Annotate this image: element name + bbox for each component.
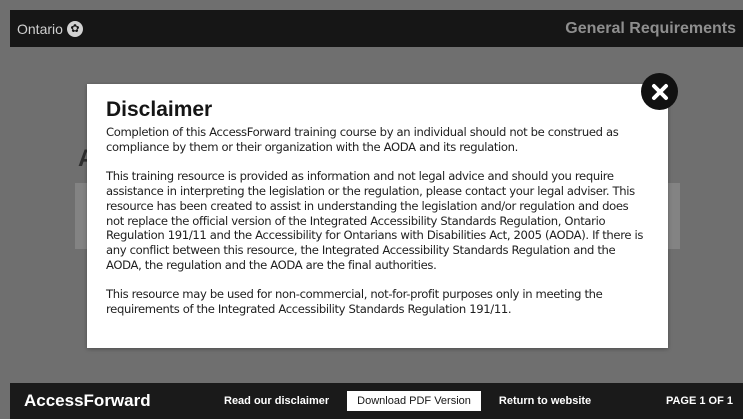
disclaimer-paragraph-2: This training resource is provided as in… [106, 168, 644, 273]
read-disclaimer-link[interactable]: Read our disclaimer [224, 395, 329, 407]
trillium-icon: ✿ [66, 20, 83, 37]
ontario-brand[interactable]: Ontario ✿ [10, 20, 83, 37]
disclaimer-modal: Disclaimer Completion of this AccessForw… [87, 84, 668, 348]
accessforward-logo[interactable]: AccessForward [10, 391, 224, 411]
close-icon [651, 83, 668, 100]
page-title: General Requirements [565, 19, 736, 37]
download-pdf-button[interactable]: Download PDF Version [347, 391, 481, 411]
disclaimer-paragraph-3: This resource may be used for non-commer… [106, 287, 603, 317]
top-bar: Ontario ✿ General Requirements [10, 10, 743, 47]
page-indicator: PAGE 1 OF 1 [665, 395, 733, 407]
return-to-website-link[interactable]: Return to website [499, 395, 591, 407]
modal-title: Disclaimer [106, 98, 213, 121]
brand-name: Ontario [17, 20, 63, 37]
close-button[interactable] [641, 73, 678, 110]
bottom-bar: AccessForward Read our disclaimer Downlo… [10, 383, 743, 419]
disclaimer-paragraph-1: Completion of this AccessForward trainin… [106, 125, 619, 154]
